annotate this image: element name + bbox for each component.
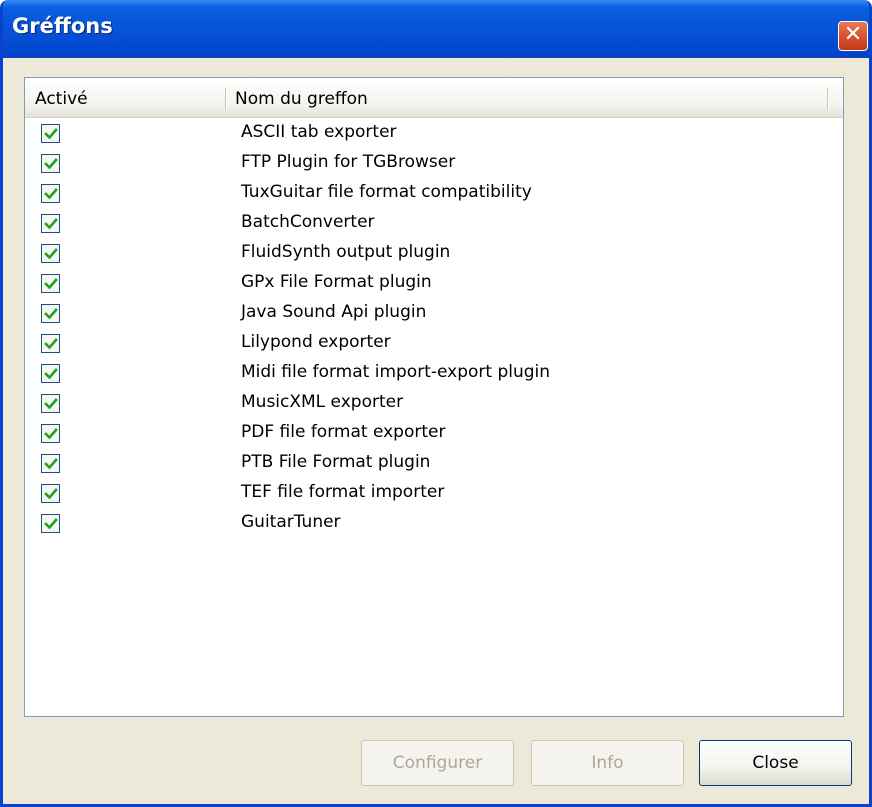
plugin-name: BatchConverter — [241, 212, 375, 232]
column-header-enabled[interactable]: Activé — [35, 78, 88, 118]
plugin-name: FTP Plugin for TGBrowser — [241, 152, 456, 172]
enabled-checkbox[interactable] — [41, 514, 60, 533]
table-row[interactable]: BatchConverter — [25, 211, 843, 241]
close-window-button[interactable]: ✕ — [838, 21, 868, 51]
checkmark-icon — [44, 518, 58, 530]
plugin-name: GuitarTuner — [241, 512, 341, 532]
info-button[interactable]: Info — [531, 740, 684, 786]
table-row[interactable]: FluidSynth output plugin — [25, 241, 843, 271]
enabled-checkbox[interactable] — [41, 184, 60, 203]
enabled-checkbox[interactable] — [41, 124, 60, 143]
checkmark-icon — [44, 158, 58, 170]
enabled-checkbox[interactable] — [41, 244, 60, 263]
checkmark-icon — [44, 488, 58, 500]
checkmark-icon — [44, 458, 58, 470]
checkmark-icon — [44, 398, 58, 410]
title-bar[interactable]: Gréffons ✕ — [3, 0, 869, 58]
plugin-name: PTB File Format plugin — [241, 452, 431, 472]
close-button[interactable]: Close — [699, 740, 852, 786]
checkmark-icon — [44, 428, 58, 440]
enabled-checkbox[interactable] — [41, 484, 60, 503]
checkmark-icon — [44, 278, 58, 290]
table-row[interactable]: PTB File Format plugin — [25, 451, 843, 481]
table-row[interactable]: GPx File Format plugin — [25, 271, 843, 301]
table-row[interactable]: FTP Plugin for TGBrowser — [25, 151, 843, 181]
checkmark-icon — [44, 128, 58, 140]
table-row[interactable]: TEF file format importer — [25, 481, 843, 511]
checkmark-icon — [44, 368, 58, 380]
table-row[interactable]: Lilypond exporter — [25, 331, 843, 361]
enabled-checkbox[interactable] — [41, 364, 60, 383]
table-row[interactable]: GuitarTuner — [25, 511, 843, 541]
plugin-name: TEF file format importer — [241, 482, 445, 502]
plugin-name: PDF file format exporter — [241, 422, 446, 442]
table-header: Activé Nom du greffon — [25, 78, 843, 118]
column-separator[interactable] — [827, 88, 829, 110]
enabled-checkbox[interactable] — [41, 304, 60, 323]
plugins-dialog: Gréffons ✕ Activé Nom du greffon ASCII t… — [0, 0, 872, 807]
plugin-name: TuxGuitar file format compatibility — [241, 182, 532, 202]
plugins-table: Activé Nom du greffon ASCII tab exporter… — [24, 77, 844, 717]
table-row[interactable]: TuxGuitar file format compatibility — [25, 181, 843, 211]
plugin-name: GPx File Format plugin — [241, 272, 432, 292]
enabled-checkbox[interactable] — [41, 454, 60, 473]
configure-button[interactable]: Configurer — [361, 740, 514, 786]
checkmark-icon — [44, 338, 58, 350]
enabled-checkbox[interactable] — [41, 214, 60, 233]
plugin-name: Midi file format import-export plugin — [241, 362, 551, 382]
plugin-name: Lilypond exporter — [241, 332, 391, 352]
enabled-checkbox[interactable] — [41, 274, 60, 293]
column-separator[interactable] — [225, 88, 227, 110]
window-title: Gréffons — [12, 14, 113, 38]
enabled-checkbox[interactable] — [41, 154, 60, 173]
checkmark-icon — [44, 188, 58, 200]
enabled-checkbox[interactable] — [41, 424, 60, 443]
column-header-plugin-name[interactable]: Nom du greffon — [235, 78, 368, 118]
table-row[interactable]: Java Sound Api plugin — [25, 301, 843, 331]
checkmark-icon — [44, 248, 58, 260]
enabled-checkbox[interactable] — [41, 334, 60, 353]
plugin-name: FluidSynth output plugin — [241, 242, 451, 262]
plugin-name: MusicXML exporter — [241, 392, 404, 412]
checkmark-icon — [44, 308, 58, 320]
table-row[interactable]: Midi file format import-export plugin — [25, 361, 843, 391]
table-row[interactable]: ASCII tab exporter — [25, 121, 843, 151]
enabled-checkbox[interactable] — [41, 394, 60, 413]
checkmark-icon — [44, 218, 58, 230]
table-row[interactable]: PDF file format exporter — [25, 421, 843, 451]
plugin-name: ASCII tab exporter — [241, 122, 397, 142]
table-row[interactable]: MusicXML exporter — [25, 391, 843, 421]
plugin-name: Java Sound Api plugin — [241, 302, 427, 322]
table-body: ASCII tab exporter FTP Plugin for TGBrows… — [25, 121, 843, 541]
